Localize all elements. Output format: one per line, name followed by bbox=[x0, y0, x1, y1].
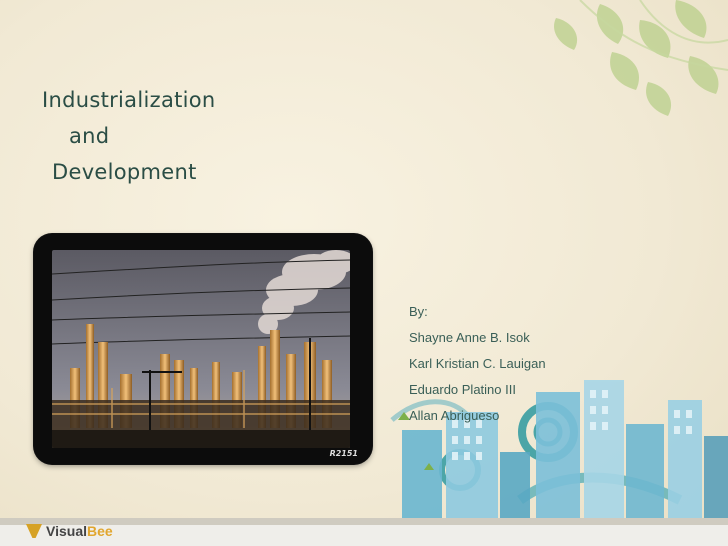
author-1: Shayne Anne B. Isok bbox=[409, 330, 530, 345]
visualbee-logo: Visual Bee bbox=[26, 523, 113, 539]
photo-frame: R2151 bbox=[34, 234, 372, 464]
refinery-photo bbox=[52, 250, 350, 448]
slide-canvas: Industrialization and Development R2151 … bbox=[0, 0, 728, 546]
author-3: Eduardo Platino III bbox=[409, 382, 516, 397]
logo-text-accent: Bee bbox=[87, 523, 113, 539]
photo-credit: R2151 bbox=[329, 449, 358, 458]
authors-block: By: Shayne Anne B. Isok Karl Kristian C.… bbox=[409, 304, 546, 434]
logo-text-primary: Visual bbox=[46, 523, 87, 539]
author-2: Karl Kristian C. Lauigan bbox=[409, 356, 546, 371]
author-4: Allan Abrigueso bbox=[409, 408, 500, 423]
visualbee-logo-icon bbox=[26, 524, 42, 538]
byline-label: By: bbox=[409, 304, 428, 319]
